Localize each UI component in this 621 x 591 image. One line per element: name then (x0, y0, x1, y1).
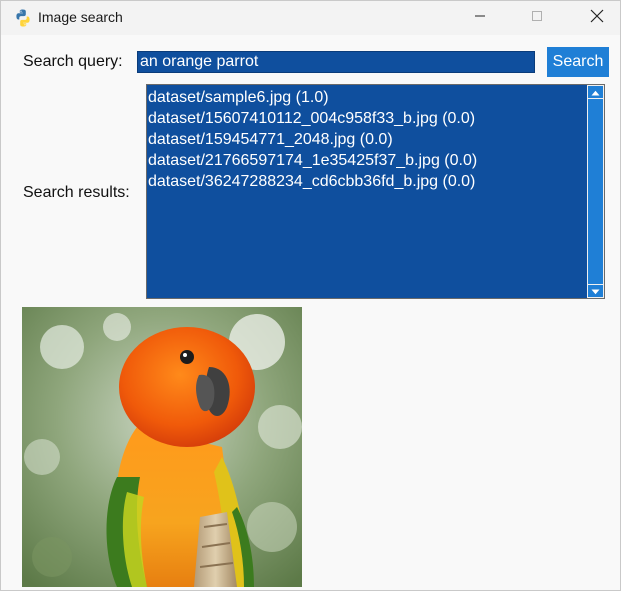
scroll-thumb[interactable] (588, 99, 603, 284)
arrow-down-icon (591, 282, 600, 300)
results-scrollbar[interactable] (587, 85, 604, 298)
result-image-preview (22, 307, 302, 587)
search-results-listbox[interactable]: dataset/sample6.jpg (1.0) dataset/156074… (146, 84, 605, 299)
result-item[interactable]: dataset/21766597174_1e35425f37_b.jpg (0.… (148, 150, 587, 171)
result-item[interactable]: dataset/159454771_2048.jpg (0.0) (148, 129, 587, 150)
results-list: dataset/sample6.jpg (1.0) dataset/156074… (147, 85, 587, 298)
search-button[interactable]: Search (547, 47, 609, 77)
close-button[interactable] (574, 1, 620, 35)
window-title: Image search (38, 9, 123, 25)
result-item[interactable]: dataset/15607410112_004c958f33_b.jpg (0.… (148, 108, 587, 129)
scroll-down-button[interactable] (588, 285, 603, 297)
minimize-icon (474, 9, 486, 27)
search-results-label: Search results: (23, 184, 130, 201)
minimize-button[interactable] (457, 1, 503, 35)
parrot-image (22, 307, 302, 587)
title-bar[interactable]: Image search (1, 1, 620, 35)
maximize-button[interactable] (514, 1, 560, 35)
python-icon (13, 8, 33, 28)
close-icon (590, 9, 604, 28)
image-search-window: Image search Search query: Search Search… (0, 0, 621, 591)
search-query-label: Search query: (23, 53, 123, 70)
search-query-input[interactable] (137, 51, 535, 73)
result-item[interactable]: dataset/36247288234_cd6cbb36fd_b.jpg (0.… (148, 171, 587, 192)
scroll-up-button[interactable] (588, 86, 603, 98)
maximize-icon (531, 9, 543, 27)
result-item[interactable]: dataset/sample6.jpg (1.0) (148, 87, 587, 108)
